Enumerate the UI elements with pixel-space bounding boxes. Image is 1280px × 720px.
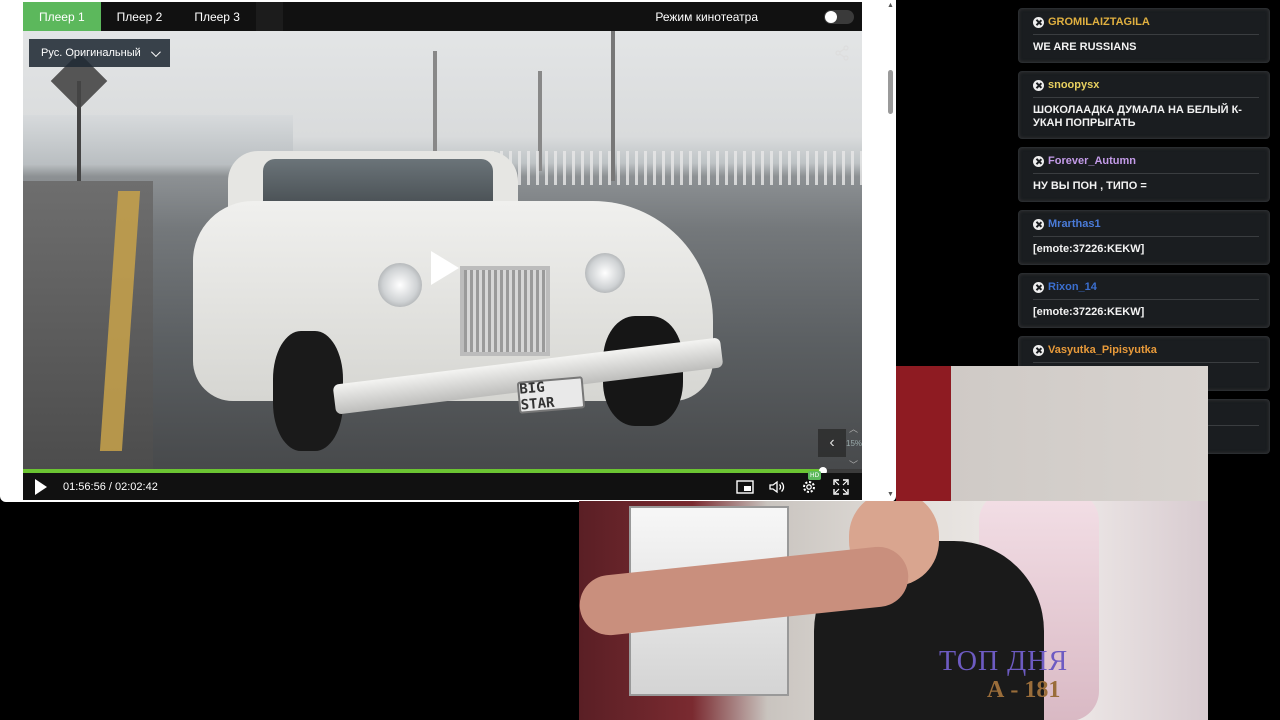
fullscreen-icon[interactable] bbox=[832, 478, 850, 496]
chat-text: НУ ВЫ ПОН , ТИПО = bbox=[1033, 180, 1147, 192]
railing bbox=[473, 151, 862, 185]
chat-username: snoopysx bbox=[1048, 79, 1100, 91]
tab-player-3[interactable]: Плеер 3 bbox=[178, 2, 256, 31]
chat-message: Forever_Autumn НУ ВЫ ПОН , ТИПО = bbox=[1018, 147, 1270, 202]
chat-message-header: snoopysx bbox=[1033, 79, 1259, 98]
control-bar: 01:56:56 / 02:02:42 HD bbox=[23, 470, 862, 500]
cinema-mode-bar: Режим кинотеатра bbox=[283, 2, 862, 31]
settings-button[interactable]: HD bbox=[800, 470, 822, 496]
time-display: 01:56:56 / 02:02:42 bbox=[63, 480, 158, 493]
player-tabs: Плеер 1 Плеер 2 Плеер 3 bbox=[23, 2, 256, 31]
close-circle-icon bbox=[1033, 79, 1044, 91]
chat-text: [emote:37226:KEKW] bbox=[1033, 243, 1145, 255]
chat-message: Rixon_14 [emote:37226:KEKW] bbox=[1018, 273, 1270, 328]
audio-track-select[interactable]: Рус. Оригинальный bbox=[29, 39, 170, 67]
chat-username: Mrarthas1 bbox=[1048, 218, 1101, 230]
chevron-left-icon[interactable]: ‹ bbox=[818, 429, 846, 457]
quality-badge: HD bbox=[808, 470, 822, 480]
chat-username: Rixon_14 bbox=[1048, 281, 1097, 293]
chat-message-header: GROMILAIZTAGILA bbox=[1033, 16, 1259, 35]
video-area[interactable]: Плеер 1 Плеер 2 Плеер 3 Режим кинотеатра bbox=[23, 2, 862, 500]
pip-icon[interactable] bbox=[736, 478, 754, 496]
close-circle-icon bbox=[1033, 155, 1044, 167]
chat-message-header: Mrarthas1 bbox=[1033, 218, 1259, 237]
chat-text: WE ARE RUSSIANS bbox=[1033, 41, 1137, 53]
car-headlight bbox=[585, 253, 625, 293]
play-icon[interactable] bbox=[431, 251, 459, 285]
webcam-feed: ТОП ДНЯ А - 181 bbox=[579, 501, 1208, 720]
chat-username: Forever_Autumn bbox=[1048, 155, 1137, 167]
cinema-mode-label: Режим кинотеатра bbox=[655, 9, 758, 24]
chevron-down-icon bbox=[150, 46, 161, 57]
tab-player-2[interactable]: Плеер 2 bbox=[101, 2, 179, 31]
close-circle-icon bbox=[1033, 218, 1044, 230]
cinema-mode-toggle[interactable] bbox=[824, 9, 854, 24]
tab-player-1[interactable]: Плеер 1 bbox=[23, 2, 101, 31]
overlay-title: ТОП ДНЯ bbox=[939, 646, 1069, 677]
chat-text: [emote:37226:KEKW] bbox=[1033, 306, 1145, 318]
side-percent: 15% bbox=[846, 439, 862, 448]
car-headlight bbox=[378, 263, 422, 307]
chat-username: Vasyutka_Pipisyutka bbox=[1048, 344, 1157, 356]
chat-message: snoopysx ШОКОЛААДКА ДУМАЛА НА БЕЛЫЙ К-УК… bbox=[1018, 71, 1270, 139]
scroll-up-icon[interactable]: ▲ bbox=[887, 2, 894, 9]
control-icons: HD bbox=[736, 470, 850, 496]
license-plate: BIG STAR bbox=[516, 376, 586, 414]
chat-message-header: Forever_Autumn bbox=[1033, 155, 1259, 174]
chevron-up-icon[interactable]: ︿ bbox=[849, 422, 858, 435]
chat-message: GROMILAIZTAGILA WE ARE RUSSIANS bbox=[1018, 8, 1270, 63]
chat-text: ШОКОЛААДКА ДУМАЛА НА БЕЛЫЙ К-УКАН ПОПРЫГ… bbox=[1033, 104, 1242, 129]
scrollbar-thumb[interactable] bbox=[888, 70, 893, 114]
scroll-down-icon[interactable]: ▼ bbox=[887, 491, 894, 498]
close-circle-icon bbox=[1033, 281, 1044, 293]
settings-icon bbox=[803, 480, 815, 493]
close-circle-icon bbox=[1033, 344, 1044, 356]
chat-message-header: Vasyutka_Pipisyutka bbox=[1033, 344, 1259, 363]
chat-username: GROMILAIZTAGILA bbox=[1048, 16, 1150, 28]
video-player-window: Плеер 1 Плеер 2 Плеер 3 Режим кинотеатра bbox=[0, 0, 896, 502]
screen: { "player": { "tabs": [ {"label": "Плеер… bbox=[0, 0, 1280, 720]
share-icon[interactable] bbox=[834, 45, 850, 61]
audio-track-label: Рус. Оригинальный bbox=[41, 47, 141, 59]
close-circle-icon bbox=[1033, 16, 1044, 28]
webcam-background-extension bbox=[896, 366, 1208, 501]
play-button[interactable] bbox=[35, 478, 47, 495]
car-grille bbox=[460, 266, 550, 356]
volume-icon[interactable] bbox=[768, 478, 786, 496]
overlay-subtitle: А - 181 bbox=[987, 677, 1061, 703]
chat-message-header: Rixon_14 bbox=[1033, 281, 1259, 300]
chat-message: Mrarthas1 [emote:37226:KEKW] bbox=[1018, 210, 1270, 265]
page-scrollbar[interactable]: ▲ ▼ bbox=[885, 0, 896, 502]
